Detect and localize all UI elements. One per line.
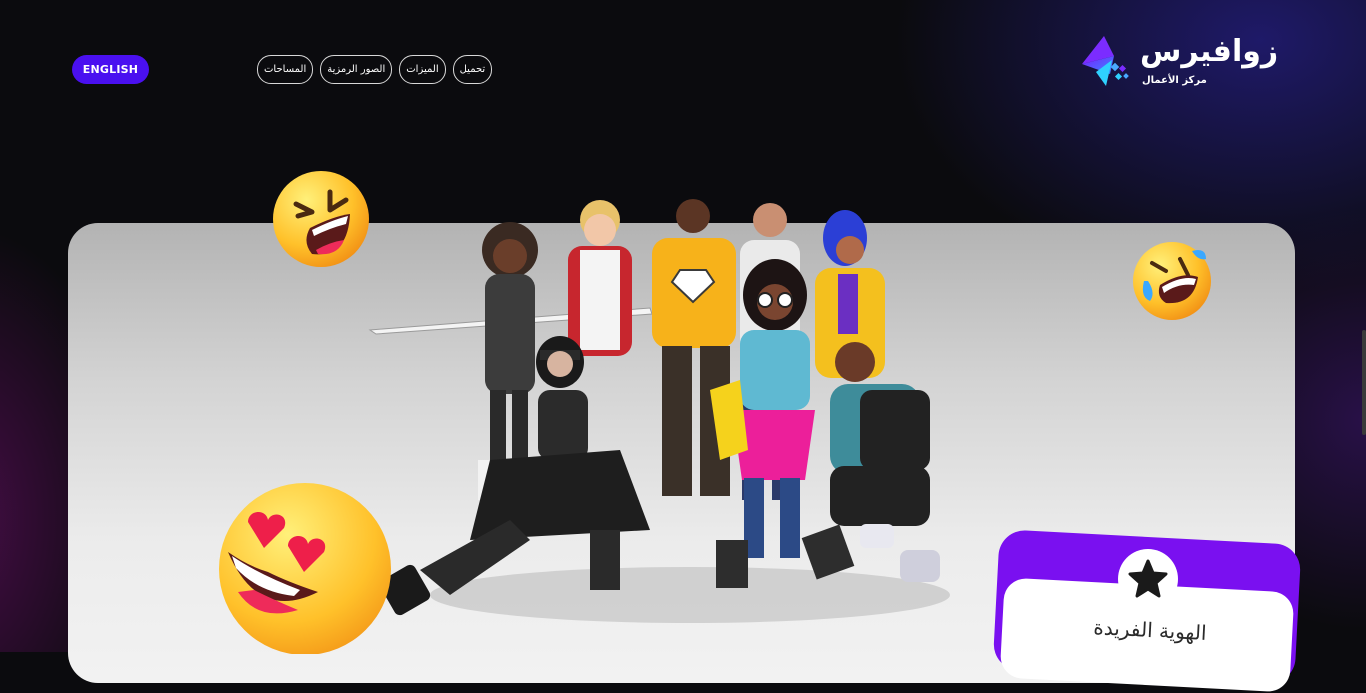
avatar-group-illustration bbox=[368, 199, 950, 623]
top-header: ENGLISH تحميل الميزات الصور الرمزية المس… bbox=[0, 0, 1366, 120]
nav-item-spaces[interactable]: المساحات bbox=[257, 55, 314, 84]
nav-item-features[interactable]: الميزات bbox=[399, 55, 446, 84]
feature-card-badge bbox=[1118, 549, 1178, 609]
language-toggle-button[interactable]: ENGLISH bbox=[72, 55, 149, 84]
brand-tagline: مركز الأعمال bbox=[1142, 75, 1207, 86]
brand-name: زوافيرس bbox=[1140, 34, 1279, 69]
nav-item-avatars[interactable]: الصور الرمزية bbox=[320, 55, 393, 84]
brand-mark-icon bbox=[1082, 36, 1129, 86]
brand-logo[interactable]: زوافيرس مركز الأعمال bbox=[1078, 34, 1279, 92]
main-nav: تحميل الميزات الصور الرمزية المساحات bbox=[257, 55, 493, 84]
nav-item-download[interactable]: تحميل bbox=[452, 55, 493, 84]
rolling-laughing-emoji-icon bbox=[1133, 242, 1211, 320]
heart-eyes-emoji-icon bbox=[219, 483, 391, 654]
laughing-emoji-icon bbox=[273, 171, 369, 267]
star-icon bbox=[1128, 559, 1168, 598]
page-scrollbar[interactable] bbox=[1362, 330, 1366, 435]
